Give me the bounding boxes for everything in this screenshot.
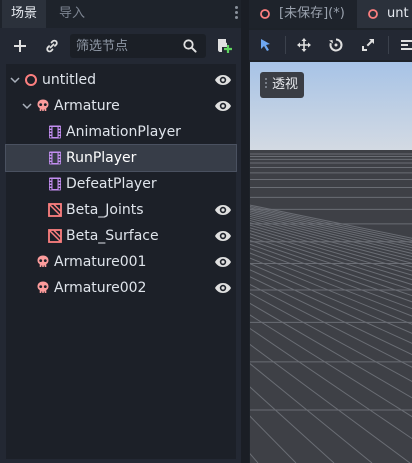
toolbar-separator — [388, 36, 389, 54]
more-tool-icon[interactable] — [400, 38, 412, 52]
tree-row-label: RunPlayer — [66, 150, 137, 166]
add-node-button[interactable] — [8, 34, 32, 58]
kebab-menu-icon[interactable] — [235, 6, 238, 21]
tree-row-defeatplayer[interactable]: DefeatPlayer — [6, 171, 236, 197]
tree-row-runplayer[interactable]: RunPlayer — [5, 144, 237, 172]
visibility-eye-icon[interactable] — [214, 72, 232, 88]
script-add-icon — [218, 39, 232, 53]
scene-root-icon — [260, 9, 270, 19]
visibility-eye-icon[interactable] — [214, 202, 232, 218]
perspective-menu-button[interactable]: 透视 — [260, 72, 304, 98]
move-tool-icon[interactable] — [296, 37, 312, 53]
perspective-label: 透视 — [272, 77, 299, 92]
viewport-3d[interactable]: 透视 — [250, 62, 412, 463]
animation-player-icon — [49, 177, 61, 191]
filter-nodes-input[interactable] — [70, 34, 180, 58]
tree-row-armature001[interactable]: Armature001 — [6, 249, 236, 275]
skeleton-icon — [37, 255, 49, 267]
chevron-down-icon[interactable] — [22, 101, 32, 111]
tree-row-label: Beta_Joints — [66, 202, 144, 218]
tree-row-label: untitled — [42, 72, 97, 88]
animation-player-icon — [49, 151, 61, 165]
tab-import[interactable]: 导入 — [48, 0, 96, 28]
filter-nodes-field[interactable] — [70, 34, 206, 58]
scene-root-icon — [368, 9, 378, 19]
visibility-eye-icon[interactable] — [214, 254, 232, 270]
dock-splitter[interactable] — [241, 0, 249, 463]
tree-row-label: Armature002 — [54, 280, 147, 296]
animation-player-icon — [49, 125, 61, 139]
visibility-eye-icon[interactable] — [214, 228, 232, 244]
instance-scene-button[interactable] — [40, 34, 64, 58]
tree-row-beta-joints[interactable]: Beta_Joints — [6, 197, 236, 223]
tree-row-label: Armature001 — [54, 254, 147, 270]
viewport-scene — [250, 62, 412, 463]
tree-row-label: Armature — [54, 98, 120, 114]
editor-tab-untitled[interactable]: unt — [357, 0, 412, 28]
add-icon — [14, 40, 26, 52]
select-tool-icon[interactable] — [258, 37, 274, 53]
editor-tab-label: [未保存](*) — [279, 6, 345, 21]
tree-row-beta-surface[interactable]: Beta_Surface — [6, 223, 236, 249]
mesh-instance-icon — [48, 229, 62, 243]
scene-tree: untitled Armature AnimationPlayer RunPla… — [5, 64, 237, 459]
tree-row-label: Beta_Surface — [66, 228, 159, 244]
search-icon — [183, 39, 197, 53]
tree-row-label: DefeatPlayer — [66, 176, 157, 192]
toolbar-separator — [285, 36, 286, 54]
tree-row-label: AnimationPlayer — [66, 124, 181, 140]
scene-root-icon — [25, 74, 37, 86]
link-icon — [46, 39, 58, 53]
visibility-eye-icon[interactable] — [214, 98, 232, 114]
editor-tab-unsaved[interactable]: [未保存](*) — [251, 0, 355, 28]
drag-handle-icon — [265, 78, 268, 90]
tree-row-armature002[interactable]: Armature002 — [6, 275, 236, 301]
tree-row-animationplayer[interactable]: AnimationPlayer — [6, 119, 236, 145]
rotate-tool-icon[interactable] — [328, 37, 344, 53]
skeleton-icon — [37, 281, 49, 293]
tab-scene[interactable]: 场景 — [2, 0, 46, 28]
tree-row-untitled[interactable]: untitled — [6, 67, 236, 93]
visibility-eye-icon[interactable] — [214, 280, 232, 296]
scale-tool-icon[interactable] — [360, 37, 376, 53]
tree-row-armature[interactable]: Armature — [6, 93, 236, 119]
attach-script-button[interactable] — [212, 34, 236, 58]
chevron-down-icon[interactable] — [10, 75, 20, 85]
skeleton-icon — [37, 99, 49, 111]
mesh-instance-icon — [48, 203, 62, 217]
editor-tab-label: unt — [387, 6, 409, 21]
